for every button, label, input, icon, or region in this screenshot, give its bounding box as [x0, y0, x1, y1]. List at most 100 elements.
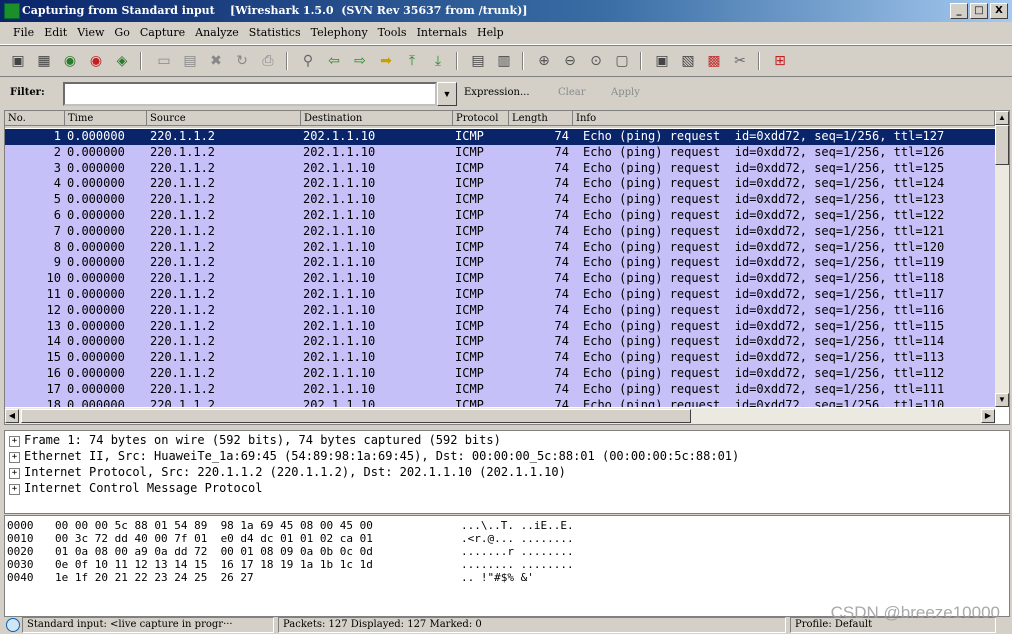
detail-ip[interactable]: + Internet Protocol, Src: 220.1.1.2 (220.…	[9, 464, 566, 480]
capture-filters-icon[interactable]: ▣	[652, 51, 672, 71]
maximize-button[interactable]: □	[970, 3, 988, 19]
column-no[interactable]: No.	[5, 111, 65, 126]
cell-no: 13	[46, 318, 61, 333]
menu-edit[interactable]: Edit	[39, 22, 72, 43]
menu-telephony[interactable]: Telephony	[306, 22, 373, 43]
packet-bytes[interactable]: 0000 00 00 00 5c 88 01 54 89 98 1a 69 45 …	[4, 515, 1010, 617]
open-icon[interactable]: ▭	[154, 51, 174, 71]
menu-file[interactable]: File	[8, 22, 39, 43]
packet-row[interactable]: 9 0.000000 220.1.1.2 202.1.1.10 ICMP 74 Echo (…	[5, 255, 995, 272]
packet-row[interactable]: 1 0.000000 220.1.1.2 202.1.1.10 ICMP 74 Echo (…	[5, 129, 995, 145]
menu-go[interactable]: Go	[109, 22, 134, 43]
display-filters-icon[interactable]: ▧	[678, 51, 698, 71]
packet-list-hscrollbar[interactable]: ◀ ▶	[5, 408, 995, 424]
packet-row[interactable]: 18 0.000000 220.1.1.2 202.1.1.10 ICMP 74 Echo …	[5, 397, 995, 407]
packet-row[interactable]: 2 0.000000 220.1.1.2 202.1.1.10 ICMP 74 Echo (…	[5, 144, 995, 161]
filter-input[interactable]	[63, 82, 437, 106]
menu-help[interactable]: Help	[472, 22, 509, 43]
first-icon[interactable]: ⤒	[402, 51, 422, 71]
scroll-down-icon[interactable]: ▼	[995, 393, 1009, 407]
cell-dst: 202.1.1.10	[303, 192, 376, 207]
last-icon[interactable]: ⤓	[428, 51, 448, 71]
packet-row[interactable]: 10 0.000000 220.1.1.2 202.1.1.10 ICMP 74 Echo …	[5, 271, 995, 287]
detail-icmp[interactable]: + Internet Control Message Protocol	[9, 480, 262, 496]
menu-tools[interactable]: Tools	[373, 22, 412, 43]
detail-ethernet[interactable]: + Ethernet II, Src: HuaweiTe_1a:69:45 (54…	[9, 448, 739, 464]
column-source[interactable]: Source	[147, 111, 301, 126]
stop-icon[interactable]: ◉	[86, 51, 106, 71]
packet-row[interactable]: 13 0.000000 220.1.1.2 202.1.1.10 ICMP 74 Echo …	[5, 318, 995, 335]
packet-row[interactable]: 12 0.000000 220.1.1.2 202.1.1.10 ICMP 74 Echo …	[5, 302, 995, 319]
filter-dropdown-button[interactable]: ▼	[437, 82, 457, 106]
apply-button[interactable]: Apply	[611, 87, 640, 98]
packet-row[interactable]: 4 0.000000 220.1.1.2 202.1.1.10 ICMP 74 Echo (…	[5, 176, 995, 193]
print-icon[interactable]: ⎙	[258, 51, 278, 71]
scroll-up-icon[interactable]: ▲	[995, 111, 1009, 125]
zoom-out-icon[interactable]: ⊖	[560, 51, 580, 71]
help-icon[interactable]: ⊞	[770, 51, 790, 71]
cell-no: 14	[46, 334, 61, 349]
clear-button[interactable]: Clear	[558, 87, 586, 98]
close-file-icon[interactable]: ✖	[206, 51, 226, 71]
cell-proto: ICMP	[455, 334, 484, 349]
forward-icon[interactable]: ⇨	[350, 51, 370, 71]
goto-icon[interactable]: ➡	[376, 51, 396, 71]
cell-info: Echo (ping) request id=0xdd72, seq=1/256…	[583, 302, 945, 317]
hscroll-thumb[interactable]	[21, 409, 691, 423]
restart-icon[interactable]: ◈	[112, 51, 132, 71]
find-icon[interactable]: ⚲	[298, 51, 318, 71]
packet-details[interactable]: + Frame 1: 74 bytes on wire (592 bits), 7…	[4, 430, 1010, 514]
column-info[interactable]: Info	[573, 111, 995, 126]
menu-internals[interactable]: Internals	[412, 22, 472, 43]
column-length[interactable]: Length	[509, 111, 573, 126]
interfaces-icon[interactable]: ▣	[8, 51, 28, 71]
scroll-left-icon[interactable]: ◀	[5, 409, 19, 423]
zoom-in-icon[interactable]: ⊕	[534, 51, 554, 71]
expression-button[interactable]: Expression...	[464, 87, 530, 98]
autoscroll-icon[interactable]: ▥	[494, 51, 514, 71]
preferences-icon[interactable]: ✂	[730, 51, 750, 71]
expand-icon[interactable]: +	[9, 484, 20, 495]
packet-row[interactable]: 16 0.000000 220.1.1.2 202.1.1.10 ICMP 74 Echo …	[5, 365, 995, 382]
packet-row[interactable]: 17 0.000000 220.1.1.2 202.1.1.10 ICMP 74 Echo …	[5, 381, 995, 398]
cell-time: 0.000000	[67, 223, 125, 238]
normal-size-icon[interactable]: ⊙	[586, 51, 606, 71]
back-icon[interactable]: ⇦	[324, 51, 344, 71]
packet-row[interactable]: 14 0.000000 220.1.1.2 202.1.1.10 ICMP 74 Echo …	[5, 334, 995, 351]
menu-analyze[interactable]: Analyze	[190, 22, 244, 43]
column-protocol[interactable]: Protocol	[453, 111, 509, 126]
cell-len: 74	[554, 255, 569, 270]
packet-list[interactable]: No. Time Source Destination Protocol Len…	[4, 110, 1010, 425]
packet-row[interactable]: 8 0.000000 220.1.1.2 202.1.1.10 ICMP 74 Echo (…	[5, 239, 995, 256]
column-time[interactable]: Time	[65, 111, 147, 126]
coloring-rules-icon[interactable]: ▩	[704, 51, 724, 71]
scroll-right-icon[interactable]: ▶	[981, 409, 995, 423]
packet-row[interactable]: 7 0.000000 220.1.1.2 202.1.1.10 ICMP 74 Echo (…	[5, 223, 995, 240]
menu-statistics[interactable]: Statistics	[244, 22, 306, 43]
minimize-button[interactable]: _	[950, 3, 968, 19]
packet-row[interactable]: 5 0.000000 220.1.1.2 202.1.1.10 ICMP 74 Echo (…	[5, 192, 995, 208]
menu-view[interactable]: View	[72, 22, 109, 43]
save-icon[interactable]: ▤	[180, 51, 200, 71]
column-destination[interactable]: Destination	[301, 111, 453, 126]
resize-columns-icon[interactable]: ▢	[612, 51, 632, 71]
packet-row[interactable]: 11 0.000000 220.1.1.2 202.1.1.10 ICMP 74 Echo …	[5, 286, 995, 303]
close-window-button[interactable]: X	[990, 3, 1008, 19]
cell-src: 220.1.1.2	[150, 334, 216, 349]
expand-icon[interactable]: +	[9, 452, 20, 463]
capture-status-icon[interactable]	[6, 618, 20, 632]
options-icon[interactable]: ▦	[34, 51, 54, 71]
packet-row[interactable]: 3 0.000000 220.1.1.2 202.1.1.10 ICMP 74 Echo (…	[5, 160, 995, 177]
packet-row[interactable]: 15 0.000000 220.1.1.2 202.1.1.10 ICMP 74 Echo …	[5, 350, 995, 366]
packet-list-vscrollbar[interactable]: ▲ ▼	[995, 111, 1009, 407]
colorize-icon[interactable]: ▤	[468, 51, 488, 71]
packet-row[interactable]: 6 0.000000 220.1.1.2 202.1.1.10 ICMP 74 Echo (…	[5, 207, 995, 224]
start-icon[interactable]: ◉	[60, 51, 80, 71]
scroll-thumb[interactable]	[995, 125, 1009, 165]
cell-no: 2	[53, 144, 61, 159]
menu-capture[interactable]: Capture	[135, 22, 190, 43]
expand-icon[interactable]: +	[9, 468, 20, 479]
reload-icon[interactable]: ↻	[232, 51, 252, 71]
detail-frame[interactable]: + Frame 1: 74 bytes on wire (592 bits), 7…	[9, 432, 501, 448]
expand-icon[interactable]: +	[9, 436, 20, 447]
